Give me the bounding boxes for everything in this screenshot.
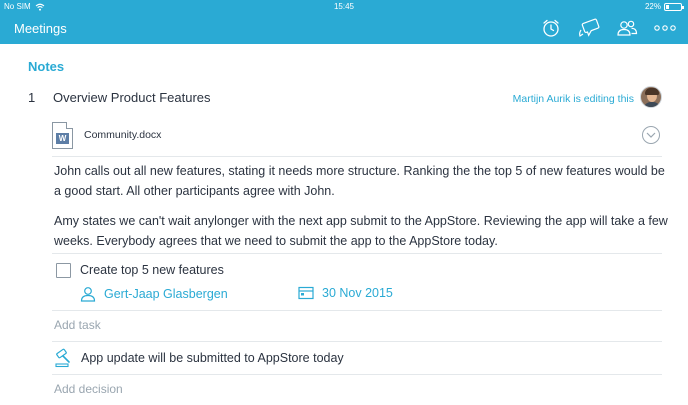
note-paragraph[interactable]: John calls out all new features, stating… [54,161,674,201]
task-assignee[interactable]: Gert-Jaap Glasbergen [80,286,228,302]
due-date-text: 30 Nov 2015 [322,286,393,300]
note-paragraph[interactable]: Amy states we can't wait anylonger with … [54,211,674,251]
decision-row[interactable]: App update will be submitted to AppStore… [54,348,654,368]
task-due-date[interactable]: 30 Nov 2015 [298,286,393,300]
notes-section-title: Notes [28,59,65,74]
header-actions [540,17,676,39]
topic-number: 1 [28,90,36,105]
avatar-hair [645,88,659,95]
divider [52,374,662,375]
task-meta: Gert-Jaap Glasbergen 30 Nov 2015 [80,286,580,304]
decision-label[interactable]: App update will be submitted to AppStore… [81,351,344,365]
battery-icon [664,2,684,11]
chat-bubbles-icon[interactable] [578,17,600,39]
assignee-name: Gert-Jaap Glasbergen [104,287,228,301]
page-title[interactable]: Meetings [14,21,67,36]
more-icon[interactable] [654,17,676,39]
chevron-down-icon[interactable] [642,126,660,144]
editing-status: Martijn Aurik is editing this [512,93,634,105]
task-checkbox[interactable] [56,263,71,278]
topic-row[interactable]: 1 Overview Product Features Martijn Auri… [28,86,662,110]
task-row: Create top 5 new features [56,262,656,280]
add-decision-link[interactable]: Add decision [54,382,123,396]
status-right: 22% [644,2,684,11]
status-time: 15:45 [333,2,355,11]
divider [52,310,662,311]
person-icon [80,287,96,302]
people-icon[interactable] [616,17,638,39]
add-task-link[interactable]: Add task [54,318,101,332]
battery-percent: 22% [644,2,661,11]
word-document-icon[interactable]: W [52,122,73,149]
topic-title[interactable]: Overview Product Features [53,90,211,105]
calendar-icon [298,286,314,300]
app-header: No SIM 15:45 22% Meetings [0,0,688,44]
attachment-row[interactable]: W Community.docx [52,120,662,154]
task-label[interactable]: Create top 5 new features [80,263,224,277]
divider [52,156,662,157]
avatar-body [643,102,661,107]
avatar[interactable] [640,86,662,108]
gavel-icon [55,348,70,368]
divider [52,253,662,254]
alarm-clock-icon[interactable] [540,17,562,39]
attachment-name[interactable]: Community.docx [84,129,161,141]
divider [52,341,662,342]
status-bar: No SIM 15:45 22% [0,0,688,13]
